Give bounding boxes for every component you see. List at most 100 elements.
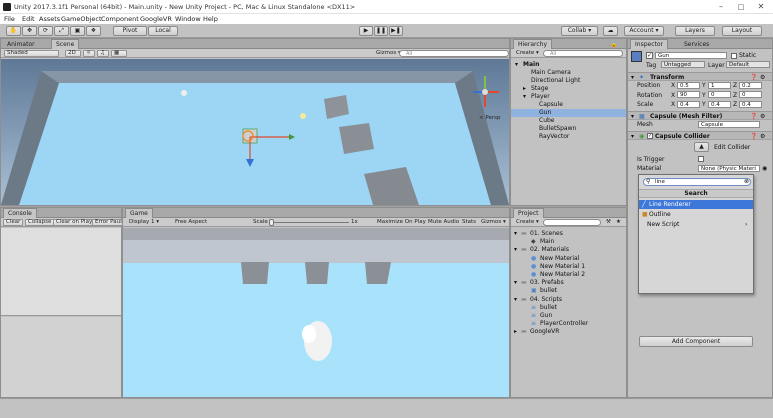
display-dropdown[interactable]: Display 1 ▾ [127,219,161,226]
pivot-button[interactable]: Pivot [113,26,147,36]
tab-scene[interactable]: Scene [51,39,80,49]
hierarchy-item[interactable]: Gun [511,109,626,117]
expand-arrow-icon[interactable]: ▾ [514,279,517,287]
game-gizmos-dropdown[interactable]: Gizmos ▾ [479,219,508,226]
hierarchy-item[interactable]: Main Camera [511,69,626,77]
clear-on-play-button[interactable]: Clear on Play [53,219,96,226]
hierarchy-item[interactable]: ▾ Main [511,61,626,69]
light-icon[interactable]: ☼ [83,50,95,57]
project-item[interactable]: ≡ Gun [511,312,626,320]
tab-animator[interactable]: Animator [3,39,39,49]
hierarchy-lock-icon[interactable]: 🔒 [606,39,621,49]
filter-label-icon[interactable]: ★ [614,219,623,226]
edit-collider-button[interactable]: ▲ [694,142,709,152]
layers-button[interactable]: Layers [675,26,715,36]
mode-2d-toggle[interactable]: 2D [65,50,81,57]
scale-tool-icon[interactable]: ⤢ [54,26,69,36]
transform-z-field[interactable]: 0.4 [739,100,762,108]
transform-settings-icon[interactable]: ⚙ [760,74,765,81]
mesh-field[interactable]: Capsule [698,121,760,128]
expand-arrow-icon[interactable]: ▾ [514,246,517,254]
is-trigger-checkbox[interactable] [698,156,704,162]
play-button[interactable]: ▶ [359,26,373,36]
maximize-on-play-button[interactable]: Maximize On Play [375,219,428,226]
error-pause-button[interactable]: Error Paus [92,219,126,226]
transform-z-field[interactable]: 0.2 [739,81,762,89]
audio-icon[interactable]: ♫ [97,50,109,57]
scale-slider[interactable] [269,222,349,223]
tab-services[interactable]: Services [680,39,713,49]
local-button[interactable]: Local [148,26,178,36]
directional-light-icon[interactable] [181,90,187,96]
mesh-filter-help-icon[interactable]: ❓ [750,113,757,120]
tab-project[interactable]: Project [513,208,544,218]
expand-arrow-icon[interactable]: ▸ [523,85,526,93]
scene-cube-2[interactable] [339,123,374,154]
project-item[interactable]: ▾ ▬ 03. Prefabs [511,279,626,287]
component-result-item[interactable]: New Script › [639,220,753,229]
project-item[interactable]: ● New Material 1 [511,263,626,271]
transform-header[interactable]: ▾ ✦ Transform ❓ ⚙ [628,72,772,81]
project-create-button[interactable]: Create ▾ [514,219,541,226]
hand-tool-icon[interactable]: ✋ [6,26,21,36]
expand-arrow-icon[interactable]: ▸ [514,328,517,336]
transform-y-field[interactable]: 0.4 [708,100,731,108]
rotate-tool-icon[interactable]: ⟳ [38,26,53,36]
project-item[interactable]: ● New Material 2 [511,271,626,279]
hierarchy-item[interactable]: Directional Light [511,77,626,85]
expand-arrow-icon[interactable]: ▾ [514,230,517,238]
console-detail-area[interactable] [1,317,121,397]
account-button[interactable]: Account ▾ [624,26,664,36]
menu-window[interactable]: Window [175,15,201,23]
transform-y-field[interactable]: 1 [708,81,731,89]
scale-slider-handle[interactable] [269,219,274,226]
hierarchy-item[interactable]: BulletSpawn [511,125,626,133]
aspect-dropdown[interactable]: Free Aspect [173,219,209,226]
tab-inspector[interactable]: Inspector [630,39,668,49]
object-name-field[interactable]: Gun [655,52,727,59]
transform-x-field[interactable]: 0.4 [677,100,700,108]
minimize-icon[interactable]: – [712,2,730,11]
expand-arrow-icon[interactable]: ▾ [523,93,526,101]
rect-tool-icon[interactable]: ▣ [70,26,85,36]
hierarchy-item[interactable]: Cube [511,117,626,125]
component-search-clear-icon[interactable]: ⊗ [744,178,749,185]
expand-arrow-icon[interactable]: ▾ [515,61,518,69]
hierarchy-create-button[interactable]: Create ▾ [514,50,541,57]
shading-dropdown[interactable]: Shaded [4,50,59,57]
project-item[interactable]: ● New Material [511,255,626,263]
persp-label[interactable]: < Persp [479,115,501,121]
project-item[interactable]: ≡ bullet [511,304,626,312]
transform-expand-icon[interactable]: ▾ [631,74,634,81]
menu-gameobject[interactable]: GameObject [61,15,102,23]
close-icon[interactable]: ✕ [752,2,770,11]
scene-search-input[interactable]: All [399,50,509,57]
project-item[interactable]: ≡ PlayerController [511,320,626,328]
menu-component[interactable]: Component [101,15,139,23]
project-search-input[interactable] [543,219,601,226]
menu-edit[interactable]: Edit [22,15,35,23]
hierarchy-item[interactable]: ▾ Player [511,93,626,101]
project-item[interactable]: ◆ Main [511,238,626,246]
clear-button[interactable]: Clear [3,219,24,226]
scene-viewport[interactable]: < Persp [1,59,509,205]
stats-button[interactable]: Stats [460,219,478,226]
transform-x-field[interactable]: 0.5 [677,81,700,89]
tab-hierarchy[interactable]: Hierarchy [513,39,553,49]
project-item[interactable]: ▾ ▬ 04. Scripts [511,296,626,304]
tab-game[interactable]: Game [125,208,153,218]
transform-z-field[interactable]: 0 [739,91,762,98]
tab-console[interactable]: Console [3,208,37,218]
material-picker-icon[interactable]: ◉ [762,165,767,172]
effects-icon[interactable]: ▦ [111,50,127,57]
collider-expand-icon[interactable]: ▾ [631,133,634,140]
layout-button[interactable]: Layout [722,26,762,36]
filter-type-icon[interactable]: ⚒ [604,219,613,226]
game-viewport[interactable] [123,228,509,397]
project-item[interactable]: ▸ ▬ GoogleVR [511,328,626,336]
layer-dropdown[interactable]: Default [726,61,770,68]
material-field[interactable]: None (Physic Materi [698,165,760,172]
project-item[interactable]: ▾ ▬ 01. Scenes [511,230,626,238]
console-log-area[interactable] [1,228,121,316]
collapse-button[interactable]: Collapse [25,219,55,226]
